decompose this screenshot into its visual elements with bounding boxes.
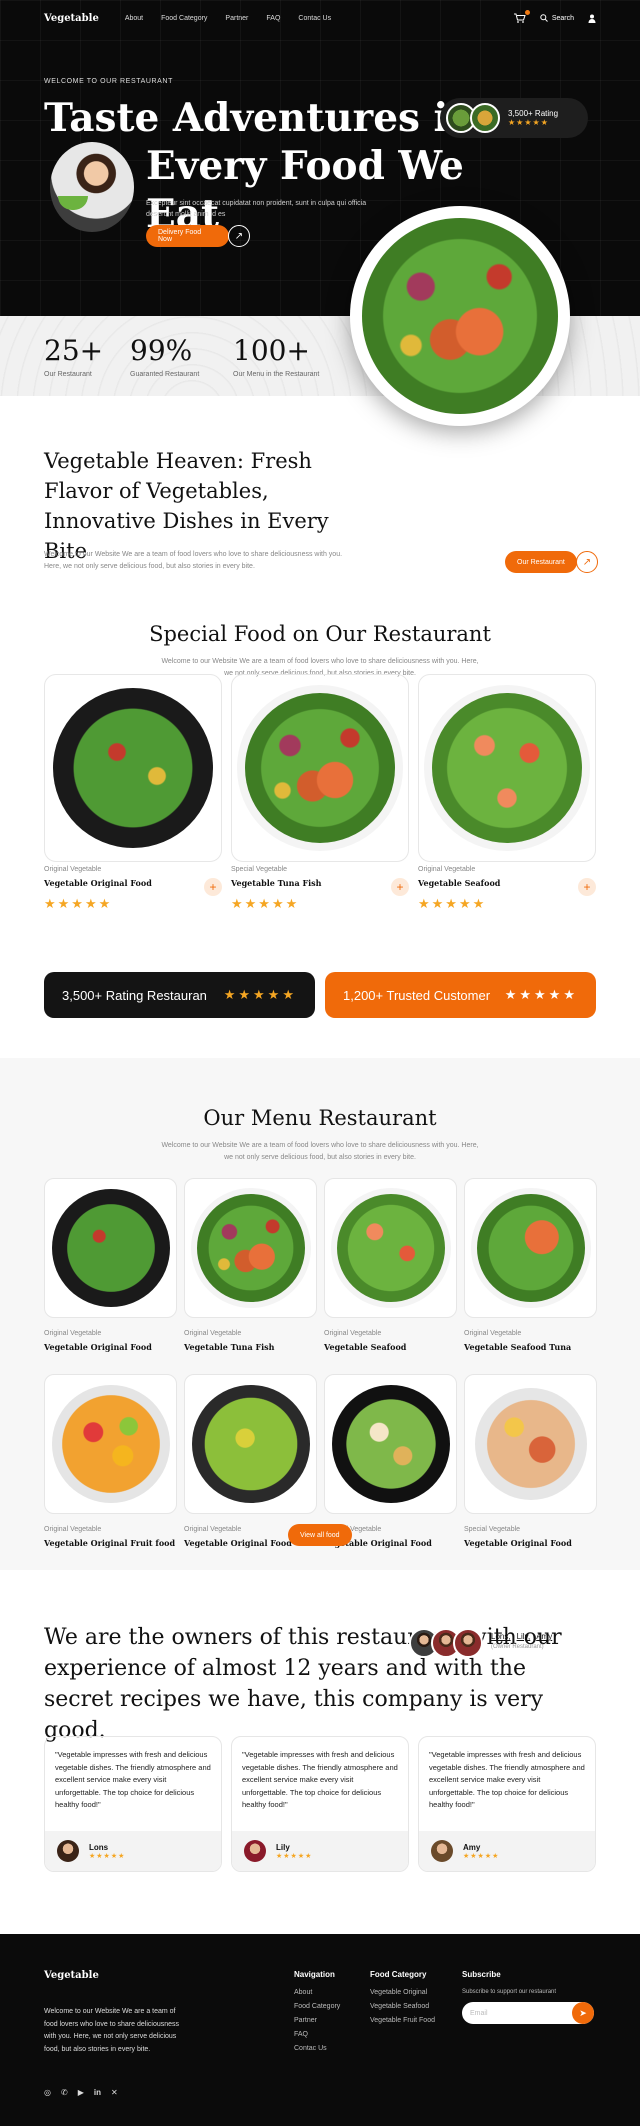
food-image xyxy=(476,1194,585,1302)
arrow-up-right-icon[interactable]: ↗ xyxy=(228,225,250,247)
search-icon xyxy=(540,14,548,22)
whatsapp-icon[interactable]: ✆ xyxy=(61,2088,68,2097)
food-image xyxy=(51,1189,170,1307)
food-image xyxy=(331,1385,450,1503)
rating-stars: ★★★★★ xyxy=(504,987,578,1002)
menu-item[interactable]: Original Vegetable Vegetable Original Foo… xyxy=(44,1178,177,1374)
salmon-salad-plate-image xyxy=(350,206,570,426)
footer-navigation: Navigation About Food Category Partner F… xyxy=(294,1970,341,2052)
send-icon[interactable]: ➤ xyxy=(572,2002,594,2024)
hero-section: Vegetable About Food Category Partner FA… xyxy=(0,0,640,426)
nav-food-category[interactable]: Food Category xyxy=(161,15,207,22)
owner-avatar xyxy=(453,1628,483,1658)
about-text: Welcome to our Website We are a team of … xyxy=(44,551,343,570)
twitter-icon[interactable]: ✕ xyxy=(111,2088,118,2097)
rating-stars: ★★★★★ xyxy=(89,1852,126,1860)
food-card-meta: Special Vegetable Vegetable Tuna Fish + … xyxy=(231,866,409,912)
food-card-image[interactable] xyxy=(418,674,596,862)
menu-grid: Original Vegetable Vegetable Original Foo… xyxy=(44,1178,597,1570)
rating-stars: ★★★★★ xyxy=(463,1852,500,1860)
avatar xyxy=(244,1840,266,1862)
owner-names: Lons, Lily, Amy xyxy=(491,1632,553,1641)
menu-title: Our Menu Restaurant xyxy=(203,1106,437,1130)
special-title: Special Food on Our Restaurant xyxy=(149,622,491,646)
food-image xyxy=(196,1194,305,1302)
rating-stars: ★★★★★ xyxy=(231,896,300,911)
logo[interactable]: Vegetable xyxy=(44,13,99,24)
nav-about[interactable]: About xyxy=(125,15,143,22)
menu-item[interactable]: Special Vegetable Vegetable Original Food xyxy=(464,1374,597,1570)
about-section: Vegetable Heaven: Fresh Flavor of Vegeta… xyxy=(0,396,640,588)
food-image xyxy=(51,1385,170,1503)
nav-partner[interactable]: Partner xyxy=(225,15,248,22)
testimonials: "Vegetable impresses with fresh and deli… xyxy=(44,1736,596,1872)
menu-section: Our Menu Restaurant Welcome to our Websi… xyxy=(0,1058,640,1570)
add-to-cart-plus-icon[interactable]: + xyxy=(578,878,596,896)
rating-banner: 3,500+ Rating Restauran ★★★★★ xyxy=(44,972,315,1018)
top-nav: Vegetable About Food Category Partner FA… xyxy=(0,0,640,36)
search-button[interactable]: Search xyxy=(540,14,574,22)
about-title: Vegetable Heaven: Fresh Flavor of Vegeta… xyxy=(44,449,329,563)
delivery-food-button[interactable]: Delivery Food Now xyxy=(146,225,229,247)
rating-stars: ★★★★★ xyxy=(276,1852,313,1860)
instagram-icon[interactable]: ◎ xyxy=(44,2088,51,2097)
arrow-up-right-icon[interactable]: ↗ xyxy=(576,551,598,573)
testimonial-card: "Vegetable impresses with fresh and deli… xyxy=(418,1736,596,1872)
testimonial-card: "Vegetable impresses with fresh and deli… xyxy=(231,1736,409,1872)
owners-section: We are the owners of this restaurant, wi… xyxy=(0,1570,640,1934)
food-card-image[interactable] xyxy=(44,674,222,862)
rating-pill: 3,500+ Rating ★★★★★ xyxy=(440,98,588,138)
add-to-cart-plus-icon[interactable]: + xyxy=(204,878,222,896)
trusted-customer-banner: 1,200+ Trusted Customer ★★★★★ xyxy=(325,972,596,1018)
special-food-section: Special Food on Our Restaurant Welcome t… xyxy=(0,588,640,1058)
nav-faq[interactable]: FAQ xyxy=(266,15,280,22)
food-image xyxy=(474,1388,587,1500)
user-icon[interactable] xyxy=(588,14,596,23)
stat-restaurants: 25+ Our Restaurant xyxy=(44,334,104,378)
social-links: ◎ ✆ ▶ in ✕ xyxy=(44,2088,118,2097)
avatar xyxy=(57,1840,79,1862)
woman-eating-salad-image xyxy=(50,142,134,232)
menu-subtitle: Welcome to our Website We are a team of … xyxy=(161,1142,479,1161)
food-card-image[interactable] xyxy=(231,674,409,862)
rating-stars: ★★★★★ xyxy=(418,896,487,911)
owner-avatars xyxy=(409,1628,483,1658)
food-thumbnail xyxy=(470,103,500,133)
stat-guaranteed: 99% Guaranted Restaurant xyxy=(130,334,200,378)
food-card-meta: Original Vegetable Vegetable Seafood + ★… xyxy=(418,866,596,912)
rating-stars: ★★★★★ xyxy=(44,896,113,911)
welcome-label: WELCOME TO OUR RESTAURANT xyxy=(44,78,173,85)
our-restaurant-button[interactable]: Our Restaurant xyxy=(505,551,577,573)
linkedin-icon[interactable]: in xyxy=(94,2088,101,2097)
cart-icon[interactable] xyxy=(513,10,530,23)
email-input[interactable]: Email ➤ xyxy=(462,2002,594,2024)
footer-subscribe: Subscribe Subscribe to support our resta… xyxy=(462,1970,594,2031)
add-to-cart-plus-icon[interactable]: + xyxy=(391,878,409,896)
testimonial-card: "Vegetable impresses with fresh and deli… xyxy=(44,1736,222,1872)
menu-item[interactable]: Original Vegetable Vegetable Tuna Fish xyxy=(184,1178,317,1374)
footer-description: Welcome to our Website We are a team of … xyxy=(44,2008,180,2053)
food-image xyxy=(336,1194,445,1302)
hero-description: Excepteur sint occaecat cupidatat non pr… xyxy=(146,200,367,218)
owner-role: (Owner Restaurant) xyxy=(491,1644,544,1650)
stat-menu: 100+ Our Menu in the Restaurant xyxy=(233,334,320,378)
view-all-food-button[interactable]: View all food xyxy=(288,1524,352,1546)
menu-item[interactable]: Original Vegetable Vegetable Seafood Tuna xyxy=(464,1178,597,1374)
youtube-icon[interactable]: ▶ xyxy=(78,2088,84,2097)
rating-stars: ★★★★★ xyxy=(223,987,297,1002)
menu-item[interactable]: Original Vegetable Vegetable Seafood xyxy=(324,1178,457,1374)
nav-contact[interactable]: Contac Us xyxy=(298,15,331,22)
food-card-meta: Original Vegetable Vegetable Original Fo… xyxy=(44,866,222,912)
footer-logo[interactable]: Vegetable xyxy=(44,1970,99,1981)
food-image xyxy=(191,1385,310,1503)
avatar xyxy=(431,1840,453,1862)
menu-item[interactable]: Original Vegetable Vegetable Original Fru… xyxy=(44,1374,177,1570)
rating-stars: ★★★★★ xyxy=(508,118,549,127)
footer-food-category: Food Category Vegetable Original Vegetab… xyxy=(370,1970,435,2024)
footer: Vegetable Welcome to our Website We are … xyxy=(0,1934,640,2126)
